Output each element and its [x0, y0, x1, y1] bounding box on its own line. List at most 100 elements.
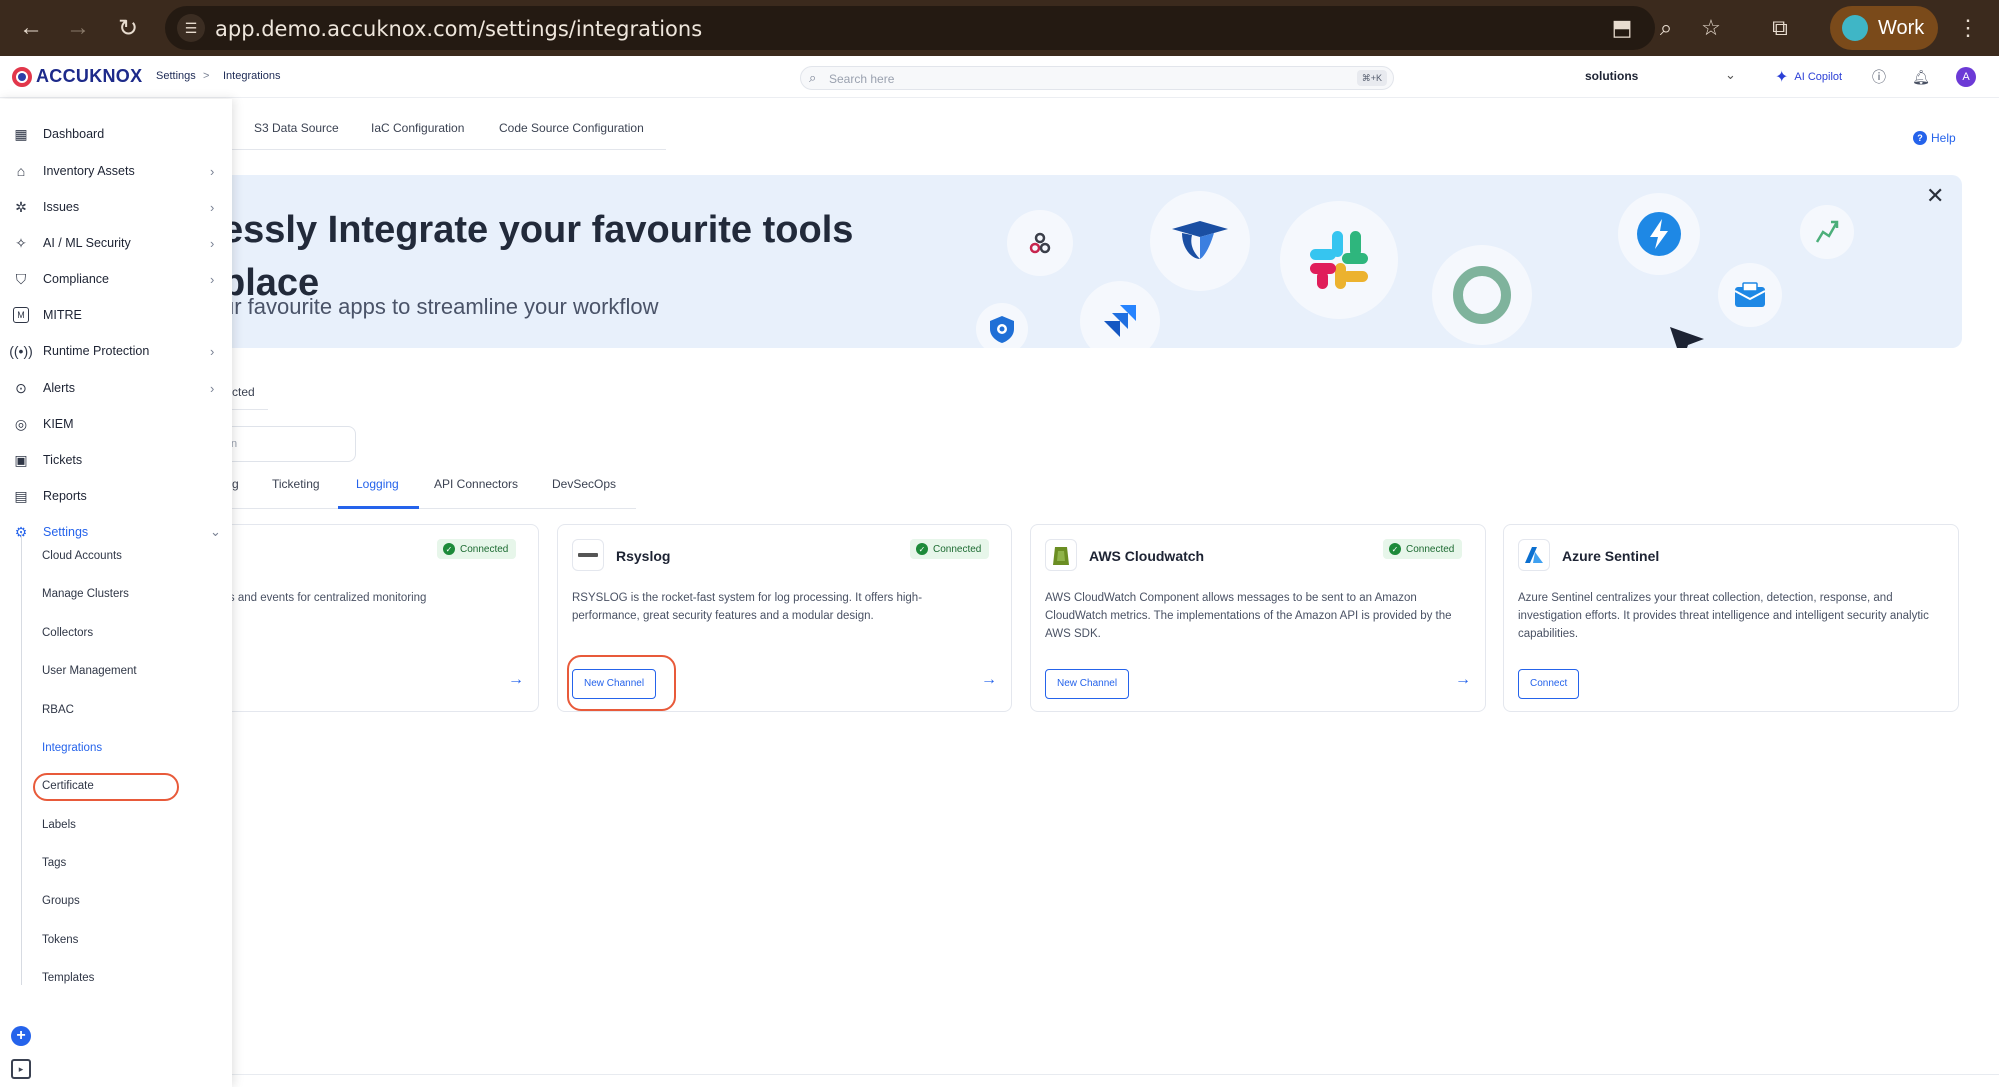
sidebar-subitem-templates[interactable]: Templates: [42, 972, 94, 984]
chevron-right-icon: ›: [210, 163, 215, 179]
sidebar-item-mitre[interactable]: M MITRE: [0, 300, 232, 330]
subnav-iac-configuration[interactable]: IaC Configuration: [371, 121, 464, 135]
tab-ticketing[interactable]: Ticketing: [272, 477, 320, 491]
card-description: AWS CloudWatch Component allows messages…: [1045, 592, 1452, 640]
chevron-right-icon: ›: [210, 380, 215, 396]
tab-devsecops[interactable]: DevSecOps: [552, 477, 616, 491]
highlight-annotation: [567, 655, 676, 711]
sidebar-subitem-rbac[interactable]: RBAC: [42, 704, 74, 716]
slack-icon: [1280, 201, 1398, 319]
subnav-divider: [232, 149, 666, 150]
bookmark-star-icon[interactable]: ☆: [1695, 12, 1727, 44]
workspace-selector[interactable]: solutions: [1585, 69, 1638, 83]
arrow-right-icon[interactable]: →: [1455, 671, 1471, 689]
opsgenie-ring-icon: [1432, 245, 1532, 345]
sidebar: ▦ Dashboard ⌂ Inventory Assets › ✲ Issue…: [0, 99, 232, 1087]
help-icon: ?: [1913, 131, 1927, 145]
prisma-icon: [1150, 191, 1250, 291]
shield-eye-icon: [976, 303, 1028, 348]
sidebar-subitem-integrations[interactable]: Integrations: [42, 742, 102, 754]
tab-logging[interactable]: Logging: [356, 477, 399, 491]
add-icon[interactable]: +: [11, 1026, 31, 1046]
sidebar-subitem-collectors[interactable]: Collectors: [42, 627, 93, 639]
sidebar-item-kiem[interactable]: ◎ KIEM: [0, 409, 232, 439]
submenu-rail: [21, 533, 22, 985]
help-circle-icon[interactable]: ⓘ: [1869, 67, 1889, 87]
sidebar-item-ai-ml-security[interactable]: ✧ AI / ML Security ›: [0, 228, 232, 258]
menu-kebab-icon[interactable]: ⋮: [1952, 12, 1984, 44]
sidebar-item-alerts[interactable]: ⊙ Alerts ›: [0, 373, 232, 403]
sidebar-subitem-tokens[interactable]: Tokens: [42, 934, 78, 946]
tab-connected[interactable]: cted: [232, 385, 255, 399]
sidebar-item-reports[interactable]: ▤ Reports: [0, 481, 232, 511]
profile-button[interactable]: Work: [1830, 6, 1938, 50]
sidebar-item-inventory-assets[interactable]: ⌂ Inventory Assets ›: [0, 156, 232, 186]
breadcrumb-settings[interactable]: Settings: [156, 70, 196, 82]
aws-cloudwatch-logo-icon: [1045, 539, 1077, 571]
banner-title-line1: essly Integrate your favourite tools: [222, 209, 854, 251]
breadcrumb-integrations: Integrations: [223, 70, 281, 82]
azure-logo-icon: [1518, 539, 1550, 571]
forward-icon[interactable]: →: [62, 12, 94, 44]
bell-icon[interactable]: 🔔︎: [1911, 67, 1931, 87]
back-icon[interactable]: ←: [15, 12, 47, 44]
status-badge: ✓ Connected: [437, 539, 517, 559]
arrow-right-icon[interactable]: →: [981, 671, 997, 689]
site-info-icon[interactable]: ☰: [177, 14, 205, 42]
sidebar-subitem-labels[interactable]: Labels: [42, 819, 76, 831]
sidebar-subitem-tags[interactable]: Tags: [42, 857, 66, 869]
ai-copilot-button[interactable]: ✦ AI Copilot: [1775, 67, 1842, 87]
app-window: ACCUKNOX Settings > Integrations ⌕ Searc…: [0, 56, 1999, 1087]
sidebar-item-runtime-protection[interactable]: ((•)) Runtime Protection ›: [0, 336, 232, 366]
status-badge: ✓ Connected: [1383, 539, 1463, 559]
active-tab-indicator: [338, 506, 419, 509]
address-bar[interactable]: ☰ app.demo.accuknox.com/settings/integra…: [165, 6, 1655, 50]
search-shortcut: ⌘+K: [1356, 70, 1387, 86]
sidebar-item-compliance[interactable]: ⛉ Compliance ›: [0, 264, 232, 294]
sidebar-subitem-user-management[interactable]: User Management: [42, 665, 137, 677]
collapse-sidebar-icon[interactable]: ▸: [11, 1059, 31, 1079]
chevron-down-icon: ⌄: [210, 524, 221, 539]
install-app-icon[interactable]: ⬒: [1606, 12, 1638, 44]
card-title: Rsyslog: [616, 548, 671, 564]
integrations-banner: essly Integrate your favourite tools pla…: [200, 175, 1962, 348]
alert-icon: ⊙: [15, 379, 27, 396]
accuknox-logo[interactable]: ACCUKNOX: [12, 66, 142, 87]
connect-button[interactable]: Connect: [1518, 669, 1580, 699]
check-icon: ✓: [916, 543, 928, 555]
user-avatar[interactable]: A: [1956, 67, 1976, 87]
subnav-s3-data-source[interactable]: S3 Data Source: [254, 121, 339, 135]
integration-card-azure-sentinel: Azure Sentinel Azure Sentinel centralize…: [1503, 524, 1959, 712]
zoom-icon[interactable]: ⌕: [1650, 12, 1682, 44]
radio-icon: ((•)): [9, 343, 33, 359]
bug-icon: ✲: [15, 198, 27, 215]
tab-category-partial[interactable]: g: [232, 477, 239, 491]
sidebar-item-settings[interactable]: ⚙ Settings ⌄: [0, 517, 232, 547]
sidebar-subitem-certificate[interactable]: Certificate: [42, 780, 94, 792]
global-search[interactable]: ⌕ Search here ⌘+K: [800, 66, 1394, 90]
extensions-icon[interactable]: ⧉: [1764, 12, 1796, 44]
profile-label: Work: [1878, 16, 1925, 39]
sidebar-subitem-manage-clusters[interactable]: Manage Clusters: [42, 588, 129, 600]
card-title: AWS Cloudwatch: [1089, 548, 1205, 564]
chevron-down-icon[interactable]: ⌄: [1725, 67, 1736, 83]
sidebar-item-tickets[interactable]: ▣ Tickets: [0, 445, 232, 475]
graph-icon: [1800, 205, 1854, 259]
breadcrumb-separator: >: [203, 70, 210, 82]
sidebar-subitem-groups[interactable]: Groups: [42, 895, 80, 907]
chevron-right-icon: ›: [210, 235, 215, 251]
webhook-icon: [1007, 210, 1073, 276]
banner-close-icon[interactable]: ✕: [1926, 183, 1944, 209]
arrow-right-icon[interactable]: →: [508, 671, 524, 689]
reload-icon[interactable]: ↻: [112, 12, 144, 44]
jira-icon: [1080, 281, 1160, 348]
new-channel-button[interactable]: New Channel: [1045, 669, 1130, 699]
sidebar-item-issues[interactable]: ✲ Issues ›: [0, 192, 232, 222]
sidebar-item-dashboard[interactable]: ▦ Dashboard: [0, 119, 232, 149]
help-link[interactable]: ? Help: [1913, 131, 1956, 145]
dashboard-icon: ▦: [14, 125, 28, 142]
tab-api-connectors[interactable]: API Connectors: [434, 477, 518, 491]
sidebar-subitem-cloud-accounts[interactable]: Cloud Accounts: [42, 550, 122, 562]
mitre-icon: M: [13, 307, 29, 323]
subnav-code-source-configuration[interactable]: Code Source Configuration: [499, 121, 644, 135]
